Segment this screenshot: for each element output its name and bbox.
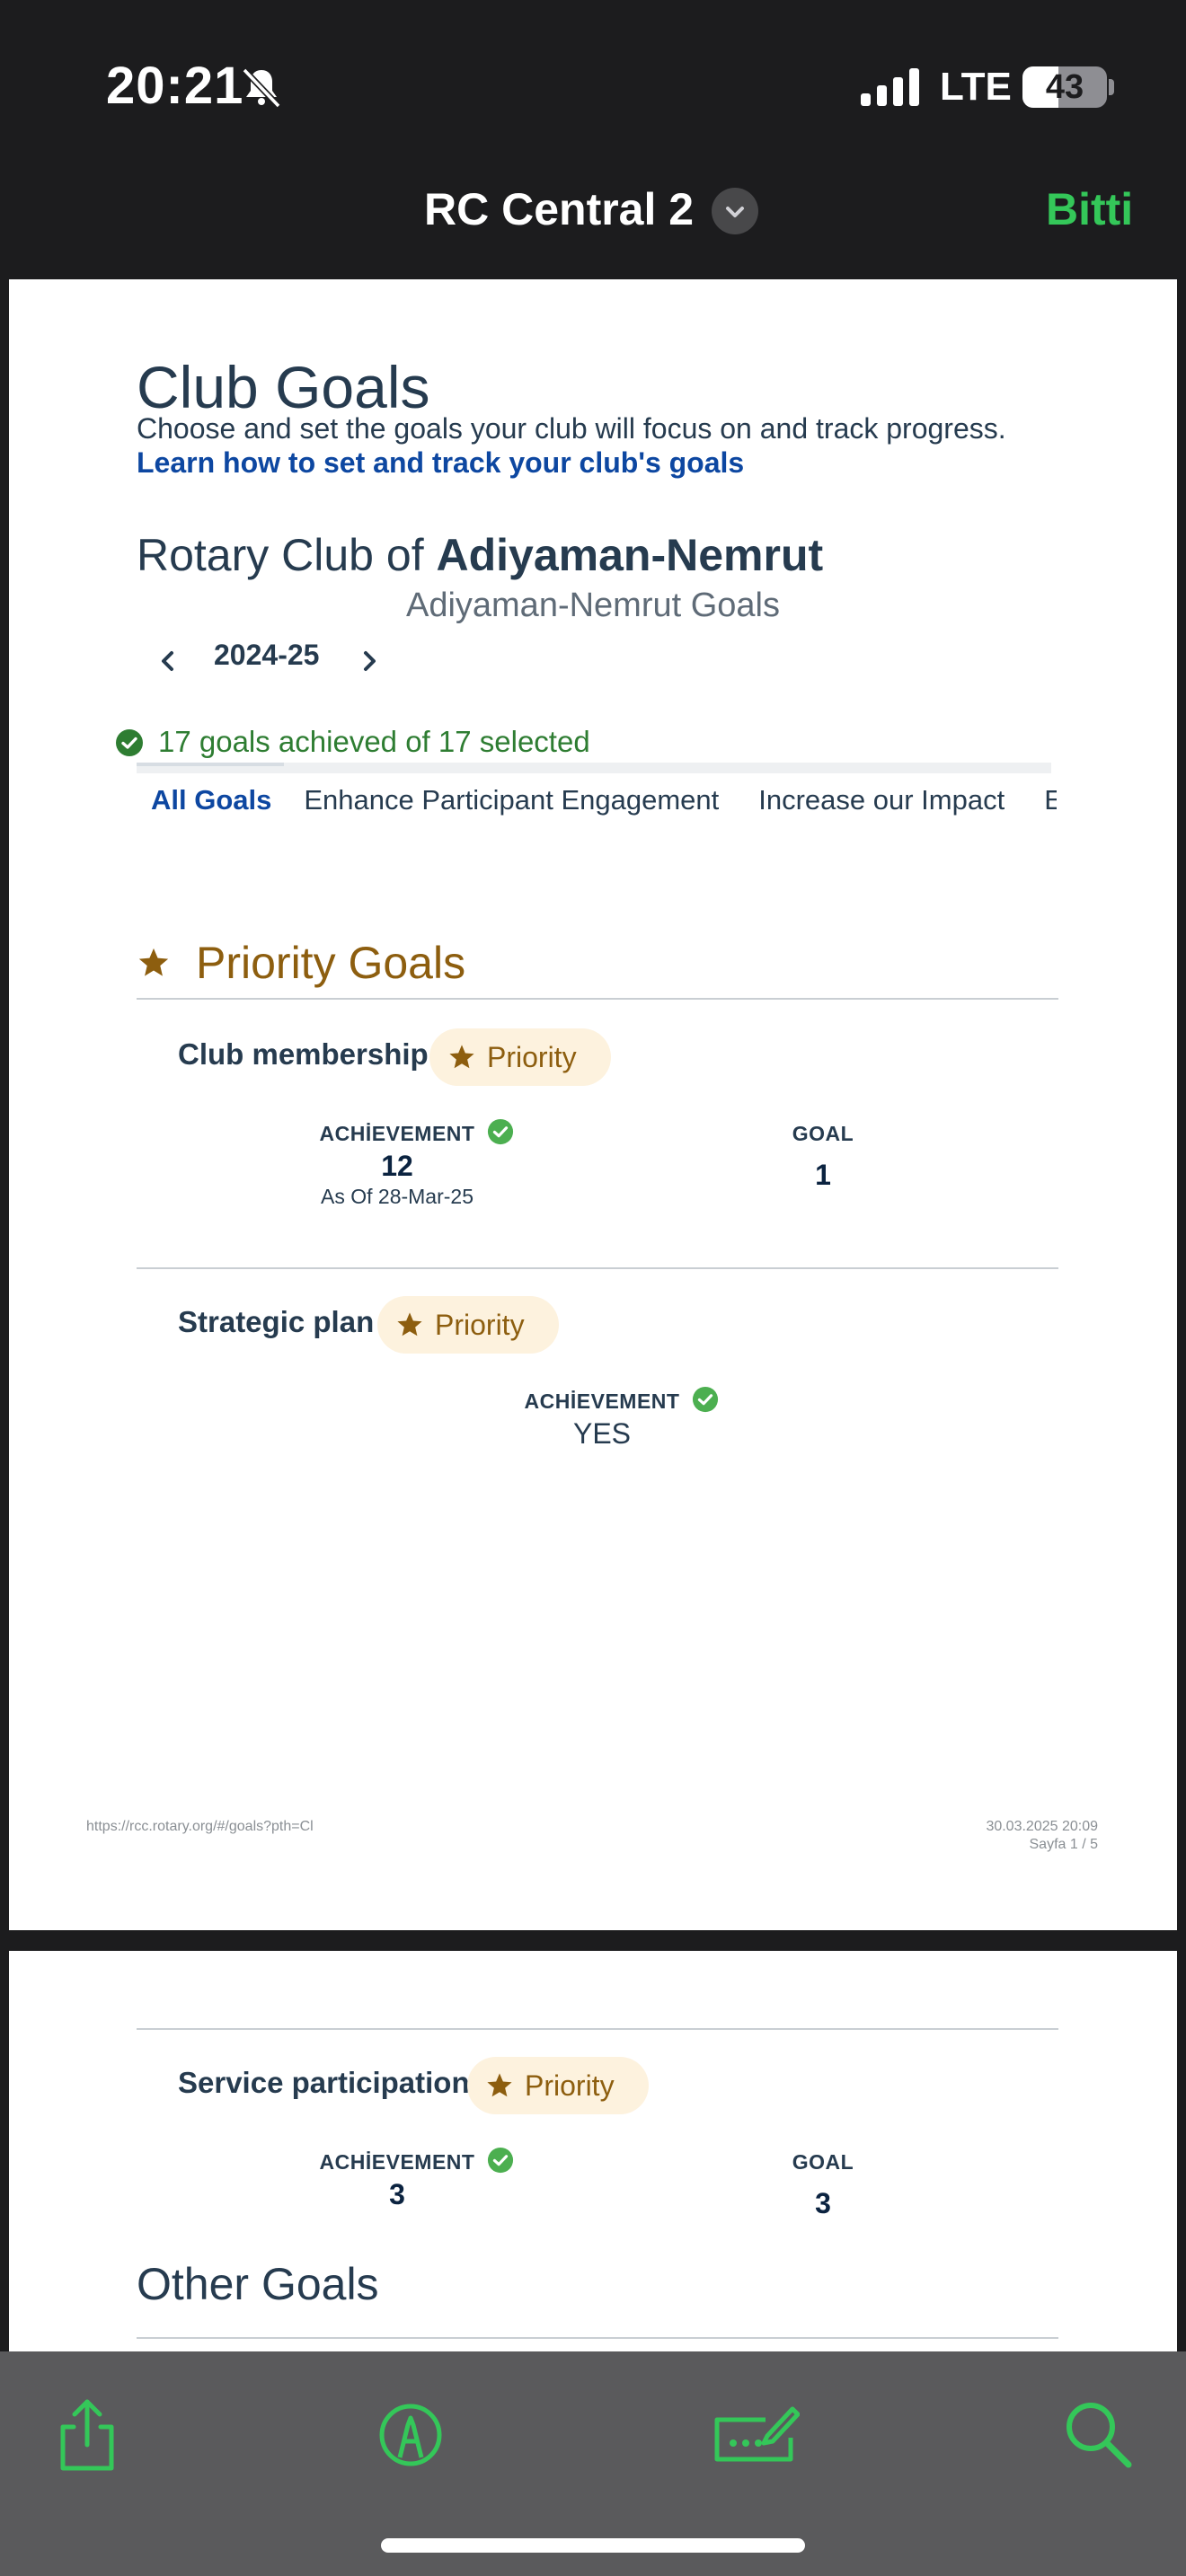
achievement-label-text: ACHİEVEMENT — [319, 2150, 475, 2174]
goal-divider — [137, 1267, 1058, 1269]
goal-label: GOAL — [792, 1122, 854, 1145]
check-circle-icon — [488, 2147, 514, 2174]
goal-tabs: All Goals Enhance Participant Engagement I… — [137, 784, 1057, 838]
star-icon — [449, 1045, 474, 1069]
signal-icon — [861, 68, 919, 106]
tab-next-truncated[interactable]: E — [1037, 784, 1057, 816]
footer-url: https://rcc.rotary.org/#/goals?pth=Cl — [86, 1819, 314, 1834]
goal-value: 3 — [815, 2187, 831, 2219]
achievement-date: As Of 28-Mar-25 — [321, 1185, 474, 1208]
goal-name-service-participation: Service participation — [178, 2066, 470, 2099]
chevron-down-icon — [726, 207, 744, 217]
goal-name-club-membership: Club membership — [178, 1037, 429, 1071]
check-circle-icon — [116, 729, 143, 756]
tab-all-goals[interactable]: All Goals — [137, 784, 271, 816]
battery-nub — [1109, 79, 1114, 95]
page-description: Choose and set the goals your club will … — [137, 412, 1006, 445]
search-icon[interactable] — [1058, 2395, 1139, 2475]
markup-icon[interactable] — [370, 2395, 451, 2475]
tab-enhance-participant-engagement[interactable]: Enhance Participant Engagement — [296, 784, 719, 816]
footer-datetime: 30.03.2025 20:09 — [986, 1819, 1098, 1834]
goal-stat: GOAL 1 — [688, 1122, 958, 1192]
year-label: 2024-25 — [214, 639, 320, 671]
achievement-label: ACHİEVEMENT — [319, 2147, 514, 2175]
title-menu-button[interactable] — [712, 188, 758, 234]
achievement-label-text: ACHİEVEMENT — [524, 1389, 680, 1413]
footer-page-number: Sayfa 1 / 5 — [1029, 1837, 1099, 1852]
achievement-stat: ACHİEVEMENT YES — [431, 1386, 773, 1451]
priority-goals-title: Priority Goals — [196, 938, 466, 988]
document-title[interactable]: RC Central 2 — [424, 183, 694, 235]
star-icon — [138, 948, 169, 976]
other-goals-title: Other Goals — [137, 2259, 379, 2309]
goal-label: GOAL — [792, 2150, 854, 2174]
club-prefix: Rotary Club of — [137, 530, 424, 580]
club-goals-subtitle: Adiyaman-Nemrut Goals — [405, 587, 781, 624]
priority-badge: Priority — [429, 1028, 611, 1086]
page-title: Club Goals — [137, 354, 430, 420]
home-indicator[interactable] — [381, 2538, 805, 2553]
achievement-value: 12 — [381, 1150, 413, 1182]
priority-badge: Priority — [467, 2057, 649, 2114]
star-icon — [397, 1312, 422, 1337]
achievement-value: YES — [572, 1417, 632, 1450]
goal-stat: GOAL 3 — [688, 2150, 958, 2220]
achievement-stat: ACHİEVEMENT 3 — [226, 2147, 568, 2211]
achievement-label: ACHİEVEMENT — [319, 1118, 514, 1146]
club-name-heading: Rotary Club of Adiyaman-Nemrut — [137, 529, 823, 581]
chevron-right-icon[interactable] — [356, 648, 383, 675]
done-button[interactable]: Bitti — [1046, 183, 1133, 235]
goal-name-strategic-plan: Strategic plan — [178, 1305, 375, 1338]
achievement-label-text: ACHİEVEMENT — [319, 1122, 475, 1145]
achievement-label: ACHİEVEMENT — [524, 1386, 719, 1414]
bell-slash-icon — [242, 67, 281, 109]
status-time: 20:21 — [106, 57, 244, 115]
pdf-page-1: Club Goals Choose and set the goals your… — [9, 279, 1177, 1930]
status-bar: 20:21 LTE 43 — [0, 0, 1186, 153]
achievement-value: 3 — [389, 2178, 405, 2210]
chevron-left-icon[interactable] — [155, 648, 181, 675]
star-icon — [487, 2073, 512, 2097]
achievement-stat: ACHİEVEMENT 12 As Of 28-Mar-25 — [226, 1118, 568, 1209]
learn-goals-link[interactable]: Learn how to set and track your club's g… — [137, 446, 744, 480]
check-circle-icon — [693, 1386, 719, 1413]
share-icon[interactable] — [47, 2395, 128, 2475]
form-fill-icon[interactable] — [710, 2395, 800, 2475]
check-circle-icon — [488, 1118, 514, 1145]
priority-badge: Priority — [377, 1296, 559, 1354]
section-divider — [137, 2337, 1058, 2339]
club-name: Adiyaman-Nemrut — [436, 530, 824, 580]
tabs-scroll-thumb — [137, 763, 284, 766]
battery-icon: 43 — [1022, 66, 1107, 108]
network-label: LTE — [940, 65, 1012, 109]
goal-divider — [137, 2028, 1058, 2030]
goal-value: 1 — [815, 1159, 831, 1191]
achieved-summary-text: 17 goals achieved of 17 selected — [158, 725, 590, 758]
section-divider — [137, 998, 1058, 1000]
battery-percent: 43 — [1045, 68, 1084, 106]
tab-increase-impact[interactable]: Increase our Impact — [751, 784, 1005, 816]
